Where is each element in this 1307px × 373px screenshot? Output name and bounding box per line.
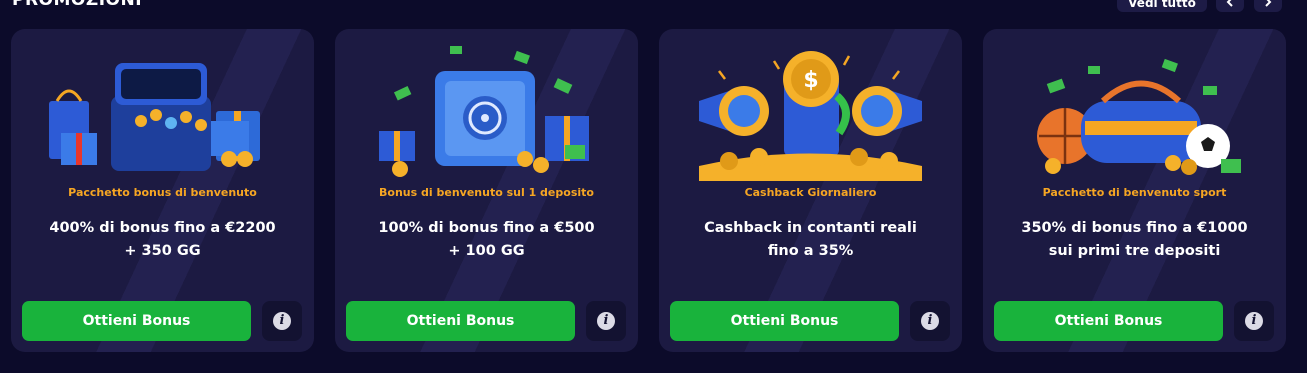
get-bonus-button[interactable]: Ottieni Bonus	[994, 301, 1223, 341]
info-icon: i	[921, 312, 939, 330]
chevron-left-icon	[1226, 0, 1233, 7]
svg-text:$: $	[803, 68, 818, 93]
info-button[interactable]: i	[586, 301, 626, 341]
carousel-prev-button[interactable]	[1216, 0, 1244, 12]
promo-card-first-deposit: Bonus di benvenuto sul 1 deposito 100% d…	[335, 29, 638, 352]
info-button[interactable]: i	[262, 301, 302, 341]
info-icon: i	[1245, 312, 1263, 330]
chevron-right-icon	[1265, 0, 1272, 7]
megaphone-coins-icon: $	[699, 51, 922, 181]
promo-title: 100% di bonus fino a €500 + 100 GG	[378, 220, 595, 259]
promo-title: 350% di bonus fino a €1000 sui primi tre…	[1021, 220, 1248, 259]
promo-category: Pacchetto bonus di benvenuto	[68, 186, 257, 199]
info-icon: i	[273, 312, 291, 330]
see-all-button[interactable]: Vedi tutto	[1117, 0, 1207, 12]
get-bonus-button[interactable]: Ottieni Bonus	[346, 301, 575, 341]
promo-category: Cashback Giornaliero	[744, 186, 877, 199]
treasure-chest-gifts-icon	[49, 63, 260, 171]
promo-category: Pacchetto di benvenuto sport	[1042, 186, 1227, 199]
promo-card-welcome-package: Pacchetto bonus di benvenuto 400% di bon…	[11, 29, 314, 352]
sports-bag-balls-icon	[1037, 58, 1241, 175]
carousel-next-button[interactable]	[1254, 0, 1282, 12]
promo-category: Bonus di benvenuto sul 1 deposito	[379, 186, 594, 199]
get-bonus-button[interactable]: Ottieni Bonus	[670, 301, 899, 341]
get-bonus-button[interactable]: Ottieni Bonus	[22, 301, 251, 341]
promo-title: Cashback in contanti reali fino a 35%	[704, 220, 917, 259]
promo-card-daily-cashback: $ Cashback Giornaliero Cashback in conta…	[659, 29, 962, 352]
info-button[interactable]: i	[1234, 301, 1274, 341]
promotions-header: PROMOZIONI Vedi tutto	[0, 0, 1307, 20]
promo-card-sport-welcome: Pacchetto di benvenuto sport 350% di bon…	[983, 29, 1286, 352]
info-icon: i	[597, 312, 615, 330]
safe-money-icon	[379, 46, 589, 177]
info-button[interactable]: i	[910, 301, 950, 341]
page-title: PROMOZIONI	[12, 0, 143, 10]
promo-title: 400% di bonus fino a €2200 + 350 GG	[49, 220, 276, 259]
